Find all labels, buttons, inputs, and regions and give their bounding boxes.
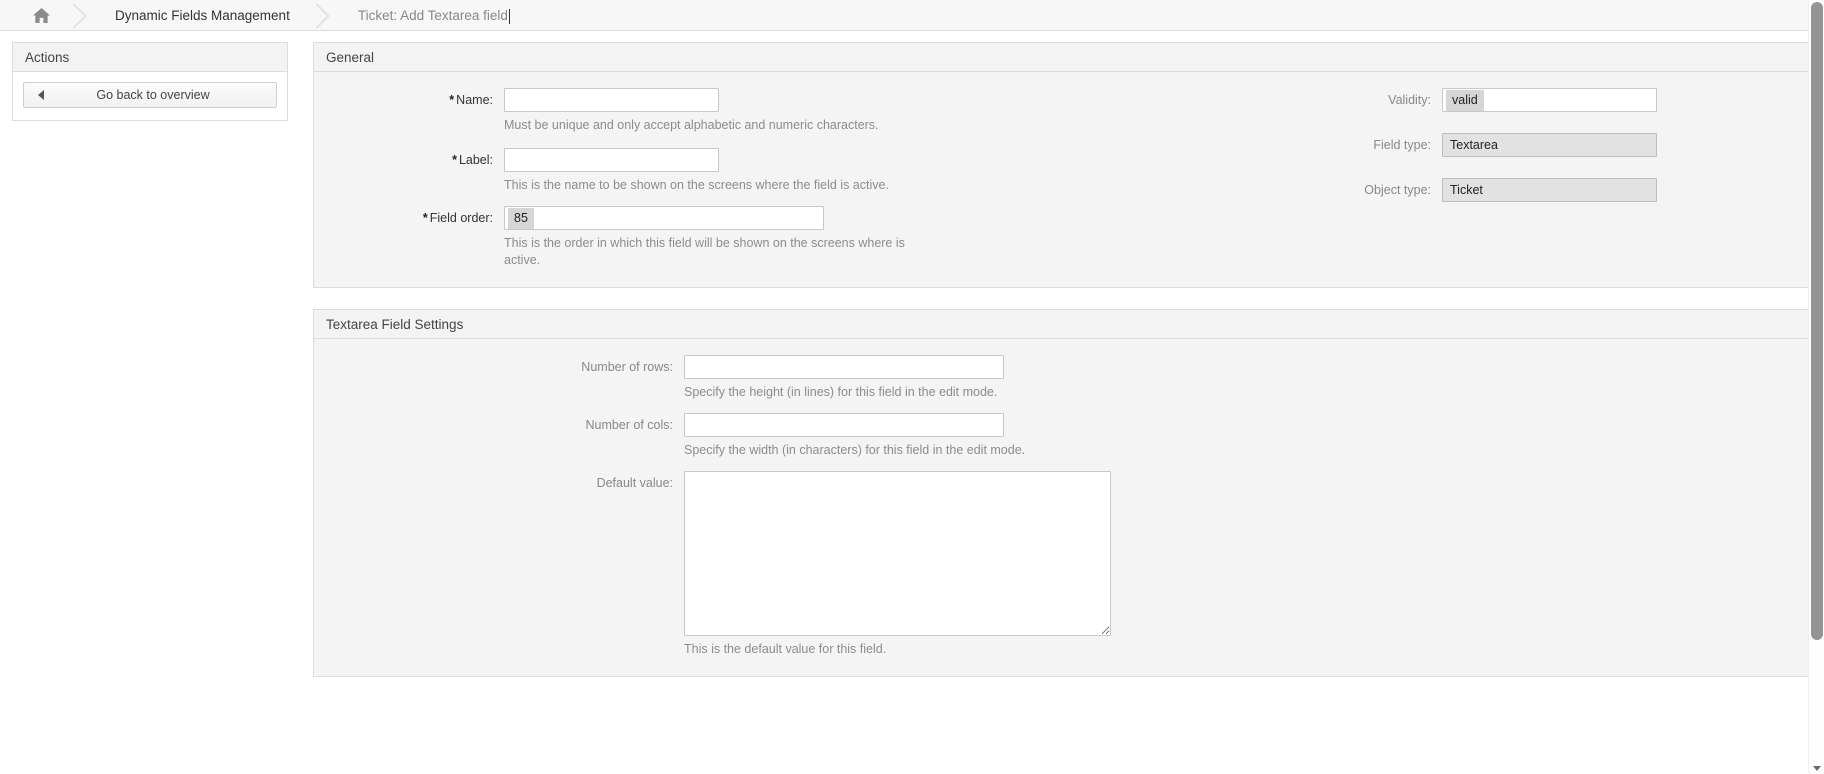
number-of-cols-label: Number of cols: — [585, 418, 673, 432]
default-value-field-wrap: This is the default value for this field… — [684, 471, 1810, 658]
breadcrumb-current-label: Ticket: Add Textarea field — [357, 7, 508, 23]
name-input[interactable] — [504, 88, 719, 112]
breadcrumb-item-dynamic-fields-management[interactable]: Dynamic Fields Management — [91, 0, 304, 30]
textarea-settings-body: Number of rows: Specify the height (in l… — [314, 339, 1810, 676]
default-value-textarea[interactable] — [684, 471, 1111, 636]
general-left-column: * Name: Must be unique and only accept al… — [314, 88, 1342, 269]
go-back-to-overview-button[interactable]: Go back to overview — [23, 82, 277, 108]
field-order-value: 85 — [508, 207, 534, 229]
general-form-grid: * Name: Must be unique and only accept al… — [314, 88, 1810, 269]
page-scrollbar[interactable] — [1808, 0, 1824, 774]
field-type-value: Textarea — [1450, 137, 1498, 152]
name-label: * Name: — [314, 88, 504, 112]
actions-body: Go back to overview — [13, 72, 287, 120]
label-hint: This is the name to be shown on the scre… — [504, 178, 889, 192]
number-of-cols-input[interactable] — [684, 413, 1004, 437]
text-cursor — [508, 8, 510, 24]
row-name: * Name: Must be unique and only accept al… — [314, 88, 1342, 134]
arrow-left-icon — [38, 90, 44, 100]
number-of-rows-field-wrap: Specify the height (in lines) for this f… — [684, 355, 1810, 401]
scrollbar-down-arrow-icon[interactable] — [1813, 766, 1821, 771]
name-field-wrap: Must be unique and only accept alphabeti… — [504, 88, 1342, 134]
breadcrumb-item-label: Dynamic Fields Management — [115, 7, 290, 23]
validity-label: Validity: — [1388, 93, 1431, 107]
validity-field-wrap: valid — [1442, 88, 1810, 112]
field-order-select[interactable]: 85 — [504, 206, 824, 230]
main-content: General * Name: Must be unique and only … — [300, 31, 1824, 698]
field-order-label-text: Field order: — [429, 211, 493, 225]
row-object-type: Object type: Ticket — [1342, 178, 1810, 202]
validity-value: valid — [1446, 89, 1484, 111]
required-marker: * — [452, 153, 457, 167]
row-number-of-rows: Number of rows: Specify the height (in l… — [314, 355, 1810, 401]
name-hint: Must be unique and only accept alphabeti… — [504, 118, 879, 132]
breadcrumb-separator-2 — [304, 0, 334, 30]
label-label: * Label: — [314, 148, 504, 172]
object-type-value-box: Ticket — [1442, 178, 1657, 202]
row-number-of-cols: Number of cols: Specify the width (in ch… — [314, 413, 1810, 459]
field-type-field-wrap: Textarea — [1442, 133, 1810, 157]
breadcrumb-home[interactable] — [0, 0, 61, 30]
row-validity: Validity: valid — [1342, 88, 1810, 112]
row-field-type: Field type: Textarea — [1342, 133, 1810, 157]
textarea-settings-panel: Textarea Field Settings Number of rows: … — [313, 309, 1811, 677]
row-default-value: Default value: This is the default value… — [314, 471, 1810, 658]
name-label-text: Name: — [456, 93, 493, 107]
label-field-wrap: This is the name to be shown on the scre… — [504, 148, 1342, 194]
object-type-value: Ticket — [1450, 182, 1483, 197]
actions-title: Actions — [13, 43, 287, 72]
general-panel: General * Name: Must be unique and only … — [313, 42, 1811, 288]
number-of-rows-hint: Specify the height (in lines) for this f… — [684, 385, 998, 399]
actions-widget: Actions Go back to overview — [12, 42, 288, 121]
required-marker: * — [422, 211, 428, 225]
field-order-hint: This is the order in which this field wi… — [504, 236, 905, 267]
number-of-rows-input[interactable] — [684, 355, 1004, 379]
label-label-text: Label: — [458, 153, 493, 167]
field-type-label: Field type: — [1373, 138, 1431, 152]
validity-select[interactable]: valid — [1442, 88, 1657, 112]
page-root: Dynamic Fields Management Ticket: Add Te… — [0, 0, 1824, 774]
go-back-to-overview-label: Go back to overview — [96, 88, 210, 102]
textarea-settings-title: Textarea Field Settings — [314, 310, 1810, 339]
default-value-hint: This is the default value for this field… — [684, 642, 887, 656]
scrollbar-thumb[interactable] — [1811, 2, 1823, 640]
row-field-order: * Field order: 85 This is the order in wh… — [314, 206, 1342, 269]
breadcrumb-separator-1 — [61, 0, 91, 30]
row-label: * Label: This is the name to be shown on … — [314, 148, 1342, 194]
field-order-label: * Field order: — [314, 206, 504, 230]
breadcrumb-item-current: Ticket: Add Textarea field — [334, 0, 524, 30]
label-input[interactable] — [504, 148, 719, 172]
number-of-rows-label: Number of rows: — [581, 360, 673, 374]
general-panel-title: General — [314, 43, 1810, 72]
object-type-label: Object type: — [1364, 183, 1431, 197]
number-of-cols-hint: Specify the width (in characters) for th… — [684, 443, 1026, 457]
default-value-label: Default value: — [596, 476, 673, 490]
breadcrumb: Dynamic Fields Management Ticket: Add Te… — [0, 0, 1824, 31]
field-order-field-wrap: 85 This is the order in which this field… — [504, 206, 1342, 269]
required-marker: * — [449, 93, 455, 107]
home-icon — [32, 7, 51, 24]
number-of-cols-field-wrap: Specify the width (in characters) for th… — [684, 413, 1810, 459]
sidebar: Actions Go back to overview — [0, 31, 300, 121]
object-type-field-wrap: Ticket — [1442, 178, 1810, 202]
general-panel-body: * Name: Must be unique and only accept al… — [314, 72, 1810, 287]
general-right-column: Validity: valid Field type: Textarea Obj… — [1342, 88, 1810, 269]
page-layout: Actions Go back to overview General * Na… — [0, 31, 1824, 698]
field-type-value-box: Textarea — [1442, 133, 1657, 157]
